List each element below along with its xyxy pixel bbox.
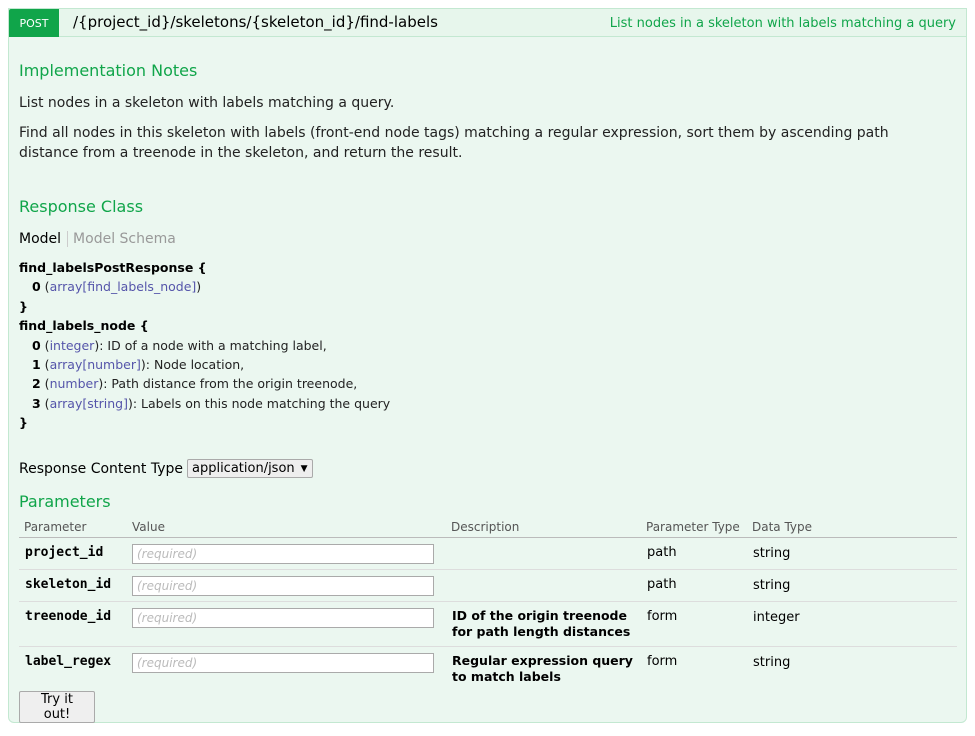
- param-data-type: string: [753, 578, 791, 593]
- field-type: array[find_labels_node]: [49, 279, 197, 295]
- implementation-notes-line-2: Find all nodes in this skeleton with lab…: [19, 125, 889, 161]
- param-data-type: string: [753, 655, 791, 670]
- model-field: 3 (array[string]): Labels on this node m…: [32, 395, 391, 411]
- field-desc: : ID of a node with a matching label,: [99, 337, 327, 353]
- operation-panel: POST /{project_id}/skeletons/{skeleton_i…: [8, 8, 967, 723]
- param-data-type: string: [753, 546, 791, 561]
- column-header-parameter: Parameter: [24, 520, 87, 534]
- treenode-id-input[interactable]: [132, 608, 434, 628]
- param-data-type: integer: [753, 610, 800, 625]
- field-key: 0: [32, 279, 41, 295]
- try-it-out-button[interactable]: Try it out!: [19, 691, 95, 723]
- param-name: skeleton_id: [25, 577, 112, 592]
- field-key: 0: [32, 337, 41, 353]
- param-type: path: [647, 577, 677, 592]
- dropdown-arrow-icon: ▼: [300, 463, 308, 474]
- param-type: path: [647, 545, 677, 560]
- field-key: 3: [32, 395, 41, 411]
- implementation-notes-heading: Implementation Notes: [19, 61, 198, 80]
- parameters-heading: Parameters: [19, 492, 111, 511]
- column-header-data-type: Data Type: [752, 520, 813, 534]
- table-row: treenode_id ID of the origin treenode fo…: [19, 602, 957, 647]
- field-type: array[string]: [49, 395, 128, 411]
- http-method-badge[interactable]: POST: [9, 9, 59, 37]
- table-row: label_regex Regular expression query to …: [19, 647, 957, 691]
- field-type: number: [49, 376, 99, 392]
- parameters-table-header: Parameter Value Description Parameter Ty…: [19, 518, 957, 538]
- response-class-heading: Response Class: [19, 197, 144, 216]
- field-desc: : Path distance from the origin treenode…: [103, 376, 358, 392]
- field-desc: : Node location,: [145, 357, 245, 373]
- model-field: 2 (number): Path distance from the origi…: [32, 376, 358, 392]
- field-key: 2: [32, 376, 41, 392]
- model-field: 0 (integer): ID of a node with a matchin…: [32, 337, 327, 353]
- response-content-type-label: Response Content Type: [19, 460, 183, 477]
- implementation-notes-line-1: List nodes in a skeleton with labels mat…: [19, 95, 395, 111]
- param-description: ID of the origin treenode for path lengt…: [452, 608, 631, 639]
- param-name: label_regex: [25, 654, 112, 669]
- model-name: find_labelsPostResponse {: [19, 260, 207, 275]
- project-id-input[interactable]: [132, 544, 434, 564]
- model-signature: find_labelsPostResponse { 0 (array[find_…: [19, 258, 390, 433]
- param-description: Regular expression query to match labels: [452, 653, 633, 684]
- table-row: project_id path string: [19, 538, 957, 570]
- column-header-description: Description: [451, 520, 520, 534]
- column-header-parameter-type: Parameter Type: [646, 520, 740, 534]
- field-type: array[number]: [49, 357, 141, 373]
- param-name: project_id: [25, 545, 104, 560]
- content-type-selected: application/json: [191, 461, 295, 476]
- operation-header[interactable]: POST /{project_id}/skeletons/{skeleton_i…: [9, 9, 966, 37]
- field-type: integer: [49, 337, 95, 353]
- model-close: }: [19, 298, 28, 314]
- field-key: 1: [32, 357, 41, 373]
- field-desc: : Labels on this node matching the query: [132, 395, 391, 411]
- param-name: treenode_id: [25, 609, 112, 624]
- skeleton-id-input[interactable]: [132, 576, 434, 596]
- model-close: }: [19, 415, 28, 431]
- response-content-type: Response Content Type application/json ▼: [19, 459, 313, 478]
- tab-model[interactable]: Model: [19, 231, 69, 247]
- param-type: form: [647, 654, 678, 669]
- parameters-table: Parameter Value Description Parameter Ty…: [19, 518, 957, 691]
- param-type: form: [647, 609, 678, 624]
- model-field: 1 (array[number]): Node location,: [32, 357, 245, 373]
- model-tabs: Model Model Schema: [19, 231, 176, 247]
- content-type-select[interactable]: application/json ▼: [186, 459, 313, 478]
- table-row: skeleton_id path string: [19, 570, 957, 602]
- model-field: 0 (array[find_labels_node]): [32, 279, 202, 295]
- model-name: find_labels_node {: [19, 318, 149, 334]
- label-regex-input[interactable]: [132, 653, 434, 673]
- column-header-value: Value: [132, 520, 165, 534]
- tab-model-schema[interactable]: Model Schema: [68, 231, 176, 247]
- endpoint-summary[interactable]: List nodes in a skeleton with labels mat…: [610, 16, 956, 31]
- endpoint-path[interactable]: /{project_id}/skeletons/{skeleton_id}/fi…: [73, 13, 438, 31]
